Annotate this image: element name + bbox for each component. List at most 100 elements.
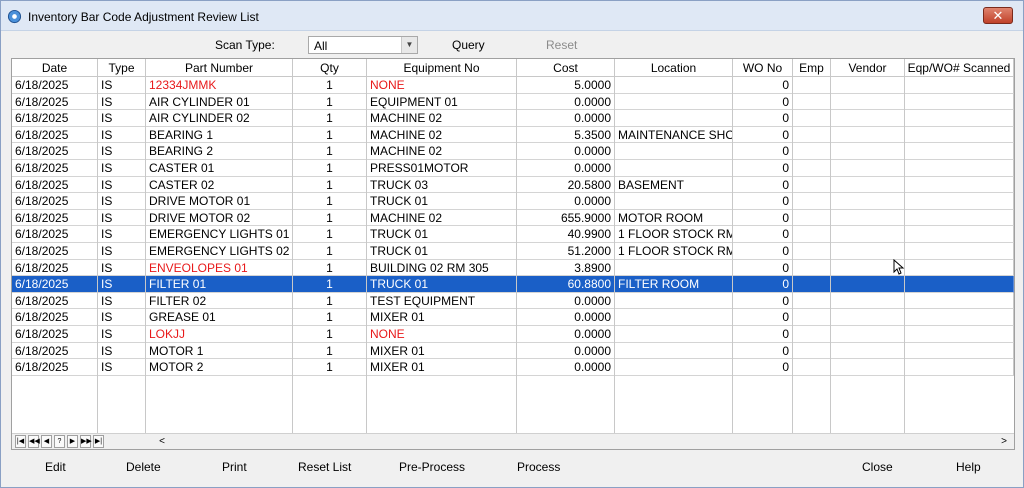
cell-emp (793, 326, 831, 343)
table-row[interactable]: 6/18/2025 IS CASTER 02 1 TRUCK 03 20.5800 BASE… (12, 176, 1014, 194)
grid-header: Date Type Part Number Qty Equipment No Cost Lo… (12, 59, 1014, 77)
cell-part-number: DRIVE MOTOR 01 (146, 193, 293, 210)
last-record-button[interactable]: ▶| (93, 435, 104, 448)
column-header-part-number[interactable]: Part Number (146, 59, 293, 77)
cell-wo-no: 0 (733, 160, 793, 177)
pre-process-button[interactable]: Pre-Process (399, 460, 465, 474)
table-row[interactable]: 6/18/2025 IS EMERGENCY LIGHTS 02 1 TRUCK 01 5… (12, 243, 1014, 260)
cell-location: MAINTENANCE SHOP (615, 126, 733, 144)
column-header-cost[interactable]: Cost (517, 59, 615, 77)
edit-button[interactable]: Edit (45, 460, 66, 474)
cell-wo-no: 0 (733, 309, 793, 326)
cell-location (615, 359, 733, 376)
table-row[interactable]: 6/18/2025 IS AIR CYLINDER 02 1 MACHINE 02 0.0… (12, 110, 1014, 127)
table-row[interactable]: 6/18/2025 IS AIR CYLINDER 01 1 EQUIPMENT 01 0… (12, 93, 1014, 111)
cell-vendor (831, 226, 905, 243)
cell-qty: 1 (293, 259, 367, 277)
table-row[interactable]: 6/18/2025 IS LOKJJ 1 NONE 0.0000 0 (12, 326, 1014, 343)
table-row[interactable]: 6/18/2025 IS EMERGENCY LIGHTS 01 1 TRUCK 01 4… (12, 226, 1014, 243)
cell-wo-no: 0 (733, 342, 793, 360)
table-row[interactable]: 6/18/2025 IS 12334JMMK 1 NONE 5.0000 0 (12, 77, 1014, 94)
close-window-button[interactable]: ✕ (983, 7, 1013, 24)
query-button[interactable]: Query (452, 38, 485, 52)
scan-type-select[interactable]: All ▼ (308, 36, 418, 54)
table-row[interactable]: 6/18/2025 IS MOTOR 2 1 MIXER 01 0.0000 0 (12, 359, 1014, 376)
cell-qty: 1 (293, 176, 367, 194)
cell-location: BASEMENT (615, 176, 733, 194)
column-header-location[interactable]: Location (615, 59, 733, 77)
query-record-button[interactable]: ? (54, 435, 65, 448)
cell-date: 6/18/2025 (12, 193, 98, 210)
column-header-wo-no[interactable]: WO No (733, 59, 793, 77)
table-row[interactable]: 6/18/2025 IS BEARING 1 1 MACHINE 02 5.3500 MAI… (12, 126, 1014, 144)
cell-cost: 0.0000 (517, 110, 615, 127)
cell-emp (793, 259, 831, 277)
cell-part-number: EMERGENCY LIGHTS 01 (146, 226, 293, 243)
table-row[interactable]: 6/18/2025 IS CASTER 01 1 PRESS01MOTOR 0.0000 0 (12, 160, 1014, 177)
cell-qty: 1 (293, 193, 367, 210)
help-button[interactable]: Help (956, 460, 981, 474)
reset-button[interactable]: Reset (546, 38, 577, 52)
cell-eqp-wo-scanned (905, 160, 1014, 177)
mouse-cursor-icon (893, 259, 905, 275)
prev-page-button[interactable]: ◀◀ (28, 435, 40, 448)
column-header-eqp-wo-scanned[interactable]: Eqp/WO# Scanned (905, 59, 1014, 77)
column-header-equipment-no[interactable]: Equipment No (367, 59, 517, 77)
cell-location: 1 FLOOR STOCK RM (615, 226, 733, 243)
process-button[interactable]: Process (517, 460, 560, 474)
delete-button[interactable]: Delete (126, 460, 161, 474)
table-row[interactable]: 6/18/2025 IS FILTER 01 1 TRUCK 01 60.8800 FILT… (12, 276, 1014, 293)
table-row[interactable]: 6/18/2025 IS DRIVE MOTOR 01 1 TRUCK 01 0.0000… (12, 193, 1014, 210)
cell-vendor (831, 126, 905, 144)
cell-part-number: AIR CYLINDER 01 (146, 93, 293, 111)
print-button[interactable]: Print (222, 460, 247, 474)
column-header-qty[interactable]: Qty (293, 59, 367, 77)
column-header-vendor[interactable]: Vendor (831, 59, 905, 77)
table-row[interactable]: 6/18/2025 IS DRIVE MOTOR 02 1 MACHINE 02 655.… (12, 209, 1014, 227)
cell-date: 6/18/2025 (12, 176, 98, 194)
cell-vendor (831, 342, 905, 360)
cell-part-number: CASTER 02 (146, 176, 293, 194)
cell-location (615, 326, 733, 343)
cell-type: IS (98, 309, 146, 326)
next-record-button[interactable]: ▶ (67, 435, 78, 448)
table-row[interactable]: 6/18/2025 IS BEARING 2 1 MACHINE 02 0.0000 0 (12, 143, 1014, 160)
cell-type: IS (98, 126, 146, 144)
next-page-button[interactable]: ▶▶ (80, 435, 92, 448)
column-divider (792, 77, 793, 433)
cell-emp (793, 143, 831, 160)
cell-equipment-no: PRESS01MOTOR (367, 160, 517, 177)
cell-emp (793, 110, 831, 127)
cell-location (615, 259, 733, 277)
scroll-right-arrow[interactable]: > (996, 434, 1012, 449)
cell-emp (793, 276, 831, 293)
window-title: Inventory Bar Code Adjustment Review Lis… (28, 10, 259, 24)
table-row[interactable]: 6/18/2025 IS MOTOR 1 1 MIXER 01 0.0000 0 (12, 342, 1014, 360)
table-row[interactable]: 6/18/2025 IS ENVEOLOPES 01 1 BUILDING 02 RM … (12, 259, 1014, 277)
column-divider (614, 77, 615, 433)
table-row[interactable]: 6/18/2025 IS GREASE 01 1 MIXER 01 0.0000 0 (12, 309, 1014, 326)
adjustment-grid[interactable]: Date Type Part Number Qty Equipment No Cost Lo… (11, 58, 1015, 450)
table-row[interactable]: 6/18/2025 IS FILTER 02 1 TEST EQUIPMENT 0.000… (12, 292, 1014, 310)
close-button[interactable]: Close (862, 460, 893, 474)
cell-equipment-no: TRUCK 01 (367, 226, 517, 243)
cell-vendor (831, 326, 905, 343)
column-header-type[interactable]: Type (98, 59, 146, 77)
cell-qty: 1 (293, 110, 367, 127)
cell-cost: 0.0000 (517, 326, 615, 343)
cell-location (615, 309, 733, 326)
scroll-left-arrow[interactable]: < (154, 434, 170, 449)
cell-part-number: EMERGENCY LIGHTS 02 (146, 243, 293, 260)
cell-wo-no: 0 (733, 326, 793, 343)
prev-record-button[interactable]: ◀ (41, 435, 52, 448)
cell-eqp-wo-scanned (905, 93, 1014, 111)
cell-qty: 1 (293, 226, 367, 243)
reset-list-button[interactable]: Reset List (298, 460, 351, 474)
cell-equipment-no: TRUCK 01 (367, 243, 517, 260)
chevron-down-icon[interactable]: ▼ (401, 37, 417, 53)
cell-vendor (831, 243, 905, 260)
column-header-date[interactable]: Date (12, 59, 98, 77)
column-header-emp[interactable]: Emp (793, 59, 831, 77)
first-record-button[interactable]: |◀ (15, 435, 26, 448)
cell-part-number: BEARING 1 (146, 126, 293, 144)
